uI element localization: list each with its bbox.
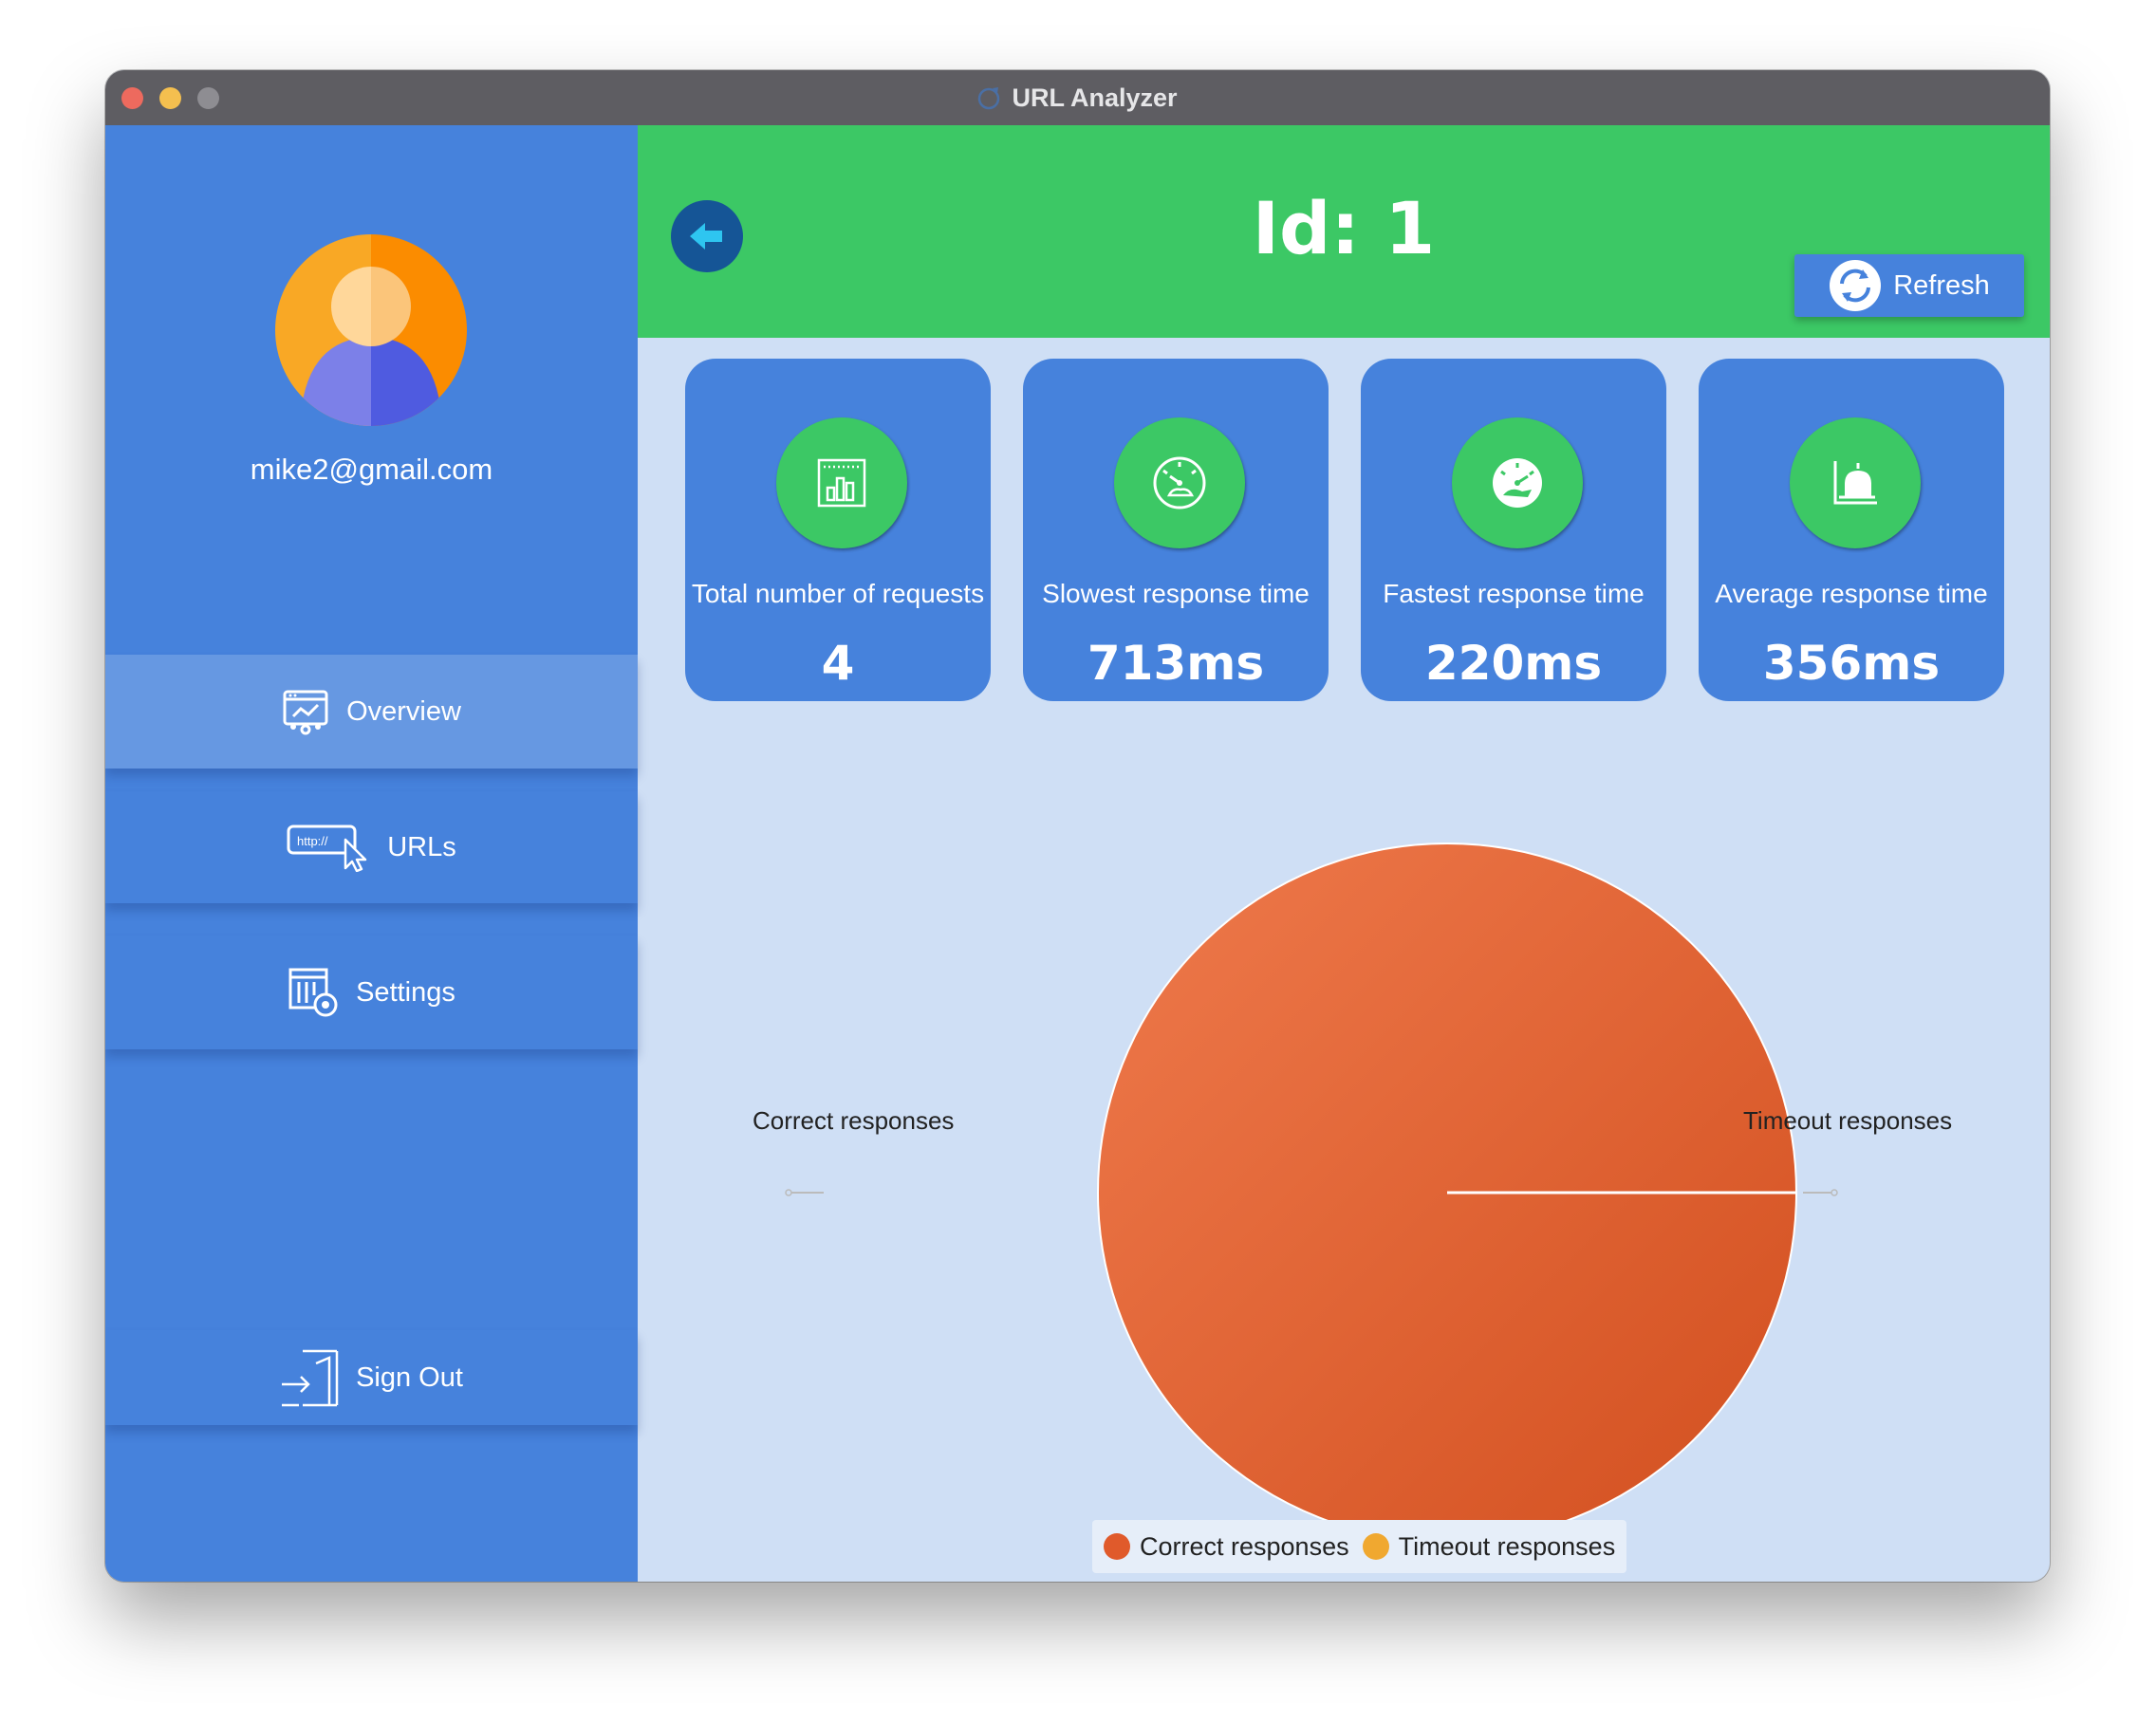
legend-item-correct: Correct responses: [1104, 1532, 1349, 1562]
sign-out-label: Sign Out: [356, 1362, 463, 1393]
app-window: URL Analyzer mike2@gmail.com Overview ht…: [105, 70, 2050, 1582]
refresh-label: Refresh: [1893, 269, 1990, 301]
legend-label: Correct responses: [1140, 1531, 1349, 1561]
pie-label-correct-responses: Correct responses: [753, 1106, 955, 1135]
avatar: [275, 234, 467, 426]
settings-gear-icon: [288, 968, 338, 1017]
title-bar: URL Analyzer: [105, 70, 2050, 125]
http-cursor-icon: http://: [287, 824, 367, 872]
legend-label: Timeout responses: [1398, 1531, 1616, 1561]
user-email: mike2@gmail.com: [250, 453, 493, 486]
minimize-window-button[interactable]: [159, 87, 181, 109]
window-title: URL Analyzer: [1012, 83, 1178, 112]
svg-text:http://: http://: [297, 834, 328, 848]
response-pie-chart: [785, 843, 1838, 1543]
sidebar-item-overview[interactable]: Overview: [105, 655, 638, 769]
app-logo-icon: [978, 87, 1000, 110]
dashboard-icon: [283, 690, 328, 735]
refresh-button[interactable]: Refresh: [1794, 254, 2024, 317]
sidebar-item-label: Overview: [346, 695, 461, 727]
refresh-icon: [1830, 260, 1882, 311]
sidebar-item-label: URLs: [387, 831, 456, 862]
legend-swatch-timeout: [1362, 1533, 1389, 1560]
sidebar-item-urls[interactable]: http:// URLs: [105, 791, 638, 903]
sign-out-button[interactable]: Sign Out: [105, 1330, 638, 1425]
page-header: Id: 1 Refresh: [638, 125, 2050, 338]
pie-label-timeout-responses: Timeout responses: [1743, 1106, 1953, 1135]
chart-legend: Correct responses Timeout responses: [1092, 1520, 1627, 1573]
sidebar: mike2@gmail.com Overview http:// URLs Se…: [105, 125, 638, 1582]
close-window-button[interactable]: [121, 87, 143, 109]
sidebar-item-label: Settings: [356, 976, 455, 1008]
maximize-window-button[interactable]: [197, 87, 219, 109]
sidebar-item-settings[interactable]: Settings: [105, 936, 638, 1049]
sign-out-icon: [282, 1349, 339, 1407]
legend-item-timeout: Timeout responses: [1362, 1531, 1616, 1562]
legend-swatch-correct: [1104, 1533, 1130, 1560]
